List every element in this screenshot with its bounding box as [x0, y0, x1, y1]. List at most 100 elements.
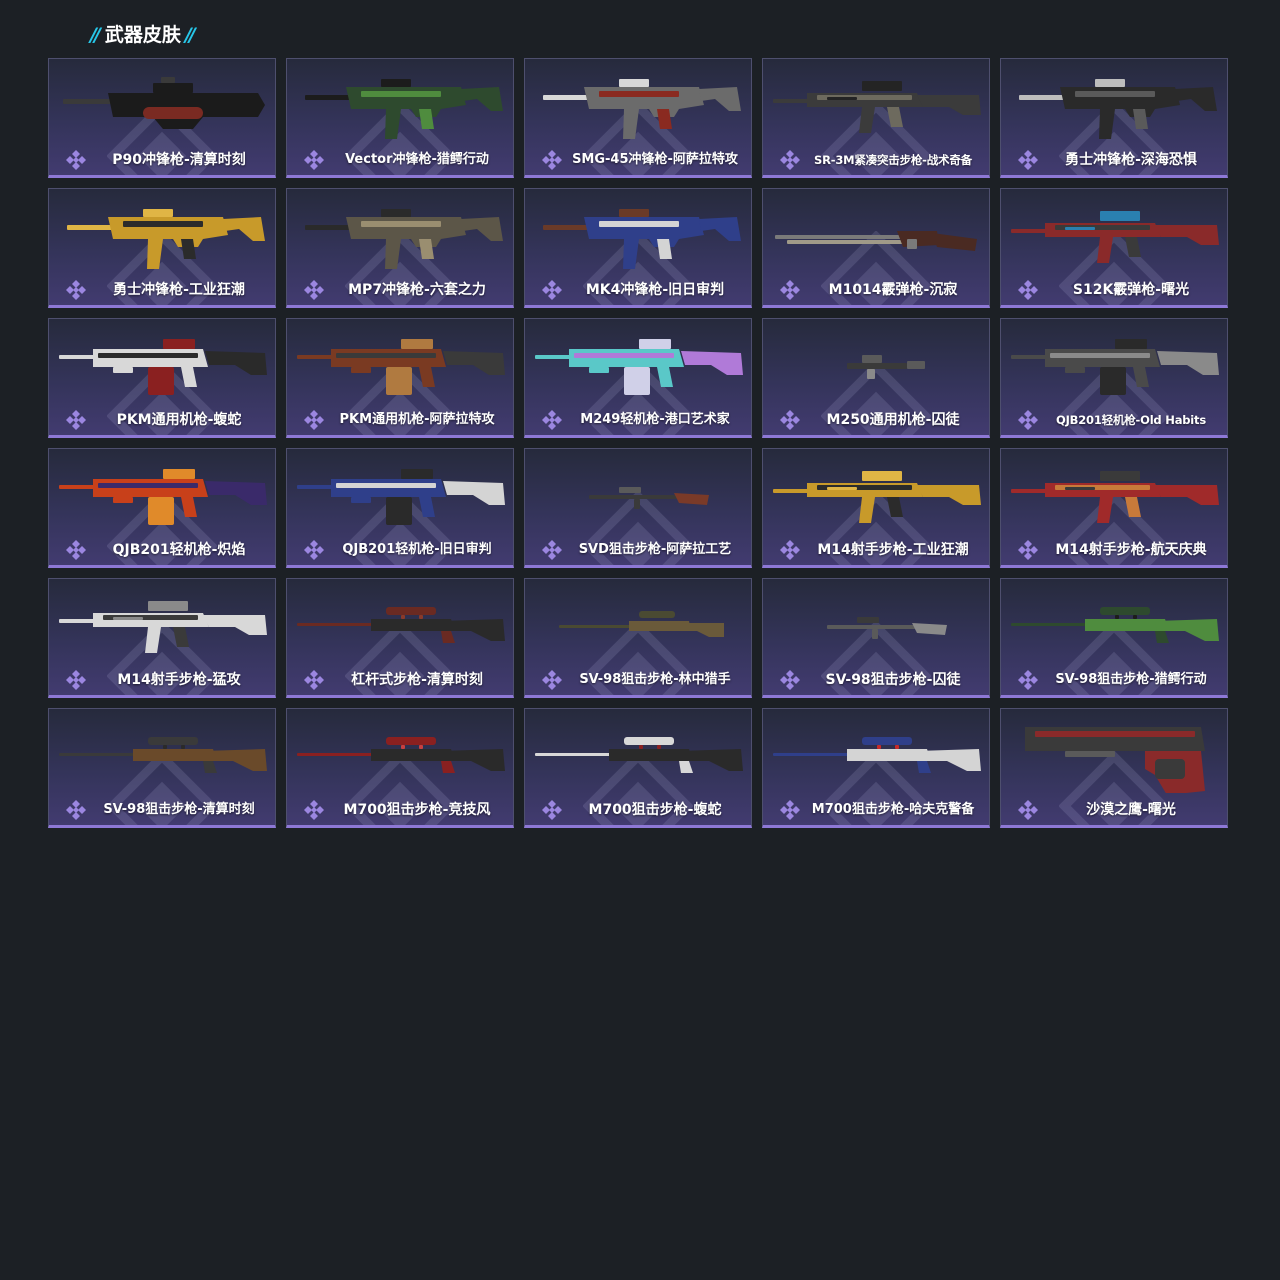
- card-footer: Vector冲锋枪-猎鳄行动: [287, 148, 513, 172]
- weapon-skin-name: QJB201轻机枪-旧日审判: [342, 542, 492, 557]
- weapon-image: [535, 737, 743, 773]
- rarity-diamond-icon: [304, 280, 324, 300]
- weapon-skin-card[interactable]: 勇士冲锋枪-深海恐惧: [1000, 58, 1228, 178]
- weapon-skin-card[interactable]: 勇士冲锋枪-工业狂潮: [48, 188, 276, 308]
- weapon-skin-card[interactable]: SR-3M紧凑突击步枪-战术奇备: [762, 58, 990, 178]
- card-footer: PKM通用机枪-阿萨拉特攻: [287, 408, 513, 432]
- weapon-image: [305, 209, 503, 269]
- card-footer: M1014霰弹枪-沉寂: [763, 278, 989, 302]
- weapon-skin-card[interactable]: S12K霰弹枪-曙光: [1000, 188, 1228, 308]
- card-footer: QJB201轻机枪-Old Habits: [1001, 408, 1227, 432]
- rarity-diamond-icon: [1018, 410, 1038, 430]
- weapon-skin-card[interactable]: PKM通用机枪-蝮蛇: [48, 318, 276, 438]
- card-footer: M14射手步枪-猛攻: [49, 668, 275, 692]
- weapon-skin-card[interactable]: MP7冲锋枪-六套之力: [286, 188, 514, 308]
- weapon-skin-card[interactable]: P90冲锋枪-清算时刻: [48, 58, 276, 178]
- card-footer: SV-98狙击步枪-猎鳄行动: [1001, 668, 1227, 692]
- card-footer: M249轻机枪-港口艺术家: [525, 408, 751, 432]
- weapon-skin-name: SMG-45冲锋枪-阿萨拉特攻: [572, 152, 738, 167]
- weapon-skin-name: M14射手步枪-航天庆典: [1055, 542, 1207, 558]
- card-footer: SV-98狙击步枪-囚徒: [763, 668, 989, 692]
- weapon-skin-card[interactable]: SVD狙击步枪-阿萨拉工艺: [524, 448, 752, 568]
- rarity-diamond-icon: [542, 150, 562, 170]
- rarity-diamond-icon: [66, 150, 86, 170]
- weapon-image: [297, 339, 505, 395]
- weapon-skin-name: P90冲锋枪-清算时刻: [112, 152, 246, 168]
- rarity-diamond-icon: [542, 670, 562, 690]
- weapon-skin-card[interactable]: M14射手步枪-猛攻: [48, 578, 276, 698]
- weapon-skin-name: M700狙击步枪-蝮蛇: [588, 802, 722, 818]
- weapon-image: [1011, 211, 1219, 263]
- weapon-image: [59, 737, 267, 773]
- card-footer: SV-98狙击步枪-清算时刻: [49, 798, 275, 822]
- weapon-image: [59, 601, 267, 653]
- weapon-skin-card[interactable]: M700狙击步枪-蝮蛇: [524, 708, 752, 828]
- weapon-image: [1011, 607, 1219, 643]
- weapon-skin-card[interactable]: 沙漠之鹰-曙光: [1000, 708, 1228, 828]
- card-footer: P90冲锋枪-清算时刻: [49, 148, 275, 172]
- weapon-skin-name: SVD狙击步枪-阿萨拉工艺: [578, 542, 732, 557]
- rarity-diamond-icon: [1018, 280, 1038, 300]
- weapon-skin-card[interactable]: SV-98狙击步枪-猎鳄行动: [1000, 578, 1228, 698]
- rarity-diamond-icon: [66, 280, 86, 300]
- weapon-image: [67, 209, 265, 269]
- weapon-skin-card[interactable]: SMG-45冲锋枪-阿萨拉特攻: [524, 58, 752, 178]
- card-footer: M700狙击步枪-哈夫克警备: [763, 798, 989, 822]
- weapon-skin-card[interactable]: M700狙击步枪-哈夫克警备: [762, 708, 990, 828]
- weapon-skin-name: PKM通用机枪-阿萨拉特攻: [339, 412, 495, 427]
- weapon-skin-card[interactable]: SV-98狙击步枪-囚徒: [762, 578, 990, 698]
- weapon-skin-card[interactable]: M249轻机枪-港口艺术家: [524, 318, 752, 438]
- weapon-image: [773, 471, 981, 523]
- rarity-diamond-icon: [1018, 150, 1038, 170]
- weapon-skin-card[interactable]: PKM通用机枪-阿萨拉特攻: [286, 318, 514, 438]
- weapon-image: [1011, 339, 1219, 395]
- rarity-diamond-icon: [780, 150, 800, 170]
- weapon-skin-card[interactable]: SV-98狙击步枪-清算时刻: [48, 708, 276, 828]
- weapon-skin-card[interactable]: M14射手步枪-航天庆典: [1000, 448, 1228, 568]
- weapon-image: [543, 79, 741, 139]
- weapon-image: [535, 339, 743, 395]
- card-footer: 勇士冲锋枪-工业狂潮: [49, 278, 275, 302]
- weapon-image: [1011, 471, 1219, 523]
- card-footer: PKM通用机枪-蝮蛇: [49, 408, 275, 432]
- weapon-skin-card[interactable]: 杠杆式步枪-清算时刻: [286, 578, 514, 698]
- weapon-skin-name: MK4冲锋枪-旧日审判: [585, 282, 725, 298]
- weapon-skin-name: 勇士冲锋枪-深海恐惧: [1065, 152, 1197, 168]
- weapon-image: [773, 81, 981, 133]
- weapon-image: [827, 617, 947, 639]
- weapon-image: [1025, 727, 1205, 793]
- weapon-image: [59, 339, 267, 395]
- weapon-skin-name: S12K霰弹枪-曙光: [1072, 282, 1190, 298]
- weapon-skin-name: PKM通用机枪-蝮蛇: [116, 412, 242, 428]
- rarity-diamond-icon: [1018, 800, 1038, 820]
- weapon-image: [297, 607, 505, 643]
- weapon-skin-card[interactable]: SV-98狙击步枪-林中猎手: [524, 578, 752, 698]
- weapon-skin-name: Vector冲锋枪-猎鳄行动: [345, 152, 489, 167]
- card-footer: M14射手步枪-航天庆典: [1001, 538, 1227, 562]
- weapon-image: [589, 487, 709, 509]
- weapon-skin-card[interactable]: Vector冲锋枪-猎鳄行动: [286, 58, 514, 178]
- rarity-diamond-icon: [1018, 540, 1038, 560]
- card-footer: MP7冲锋枪-六套之力: [287, 278, 513, 302]
- weapon-skin-name: 杠杆式步枪-清算时刻: [351, 672, 483, 688]
- weapon-skin-card[interactable]: M250通用机枪-囚徒: [762, 318, 990, 438]
- rarity-diamond-icon: [780, 670, 800, 690]
- weapon-skin-card[interactable]: QJB201轻机枪-Old Habits: [1000, 318, 1228, 438]
- weapon-skin-card[interactable]: QJB201轻机枪-炽焰: [48, 448, 276, 568]
- rarity-diamond-icon: [304, 540, 324, 560]
- weapon-skin-card[interactable]: M14射手步枪-工业狂潮: [762, 448, 990, 568]
- weapon-skins-page: // 武器皮肤 // P90冲锋枪-清算时刻 Vector冲锋枪-猎鳄行动 SMG-…: [0, 0, 1280, 1280]
- weapon-skin-card[interactable]: QJB201轻机枪-旧日审判: [286, 448, 514, 568]
- weapon-skin-name: M249轻机枪-港口艺术家: [580, 412, 730, 427]
- weapon-image: [305, 79, 503, 139]
- card-footer: 杠杆式步枪-清算时刻: [287, 668, 513, 692]
- weapon-skin-card[interactable]: MK4冲锋枪-旧日审判: [524, 188, 752, 308]
- weapon-skin-name: M14射手步枪-猛攻: [117, 672, 241, 688]
- card-footer: M250通用机枪-囚徒: [763, 408, 989, 432]
- weapon-image: [775, 231, 977, 251]
- weapon-skin-card[interactable]: M700狙击步枪-竞技风: [286, 708, 514, 828]
- weapon-skin-name: QJB201轻机枪-Old Habits: [1056, 413, 1206, 427]
- weapon-skin-card[interactable]: M1014霰弹枪-沉寂: [762, 188, 990, 308]
- weapon-skin-name: SV-98狙击步枪-清算时刻: [103, 802, 255, 817]
- weapon-image: [297, 469, 505, 525]
